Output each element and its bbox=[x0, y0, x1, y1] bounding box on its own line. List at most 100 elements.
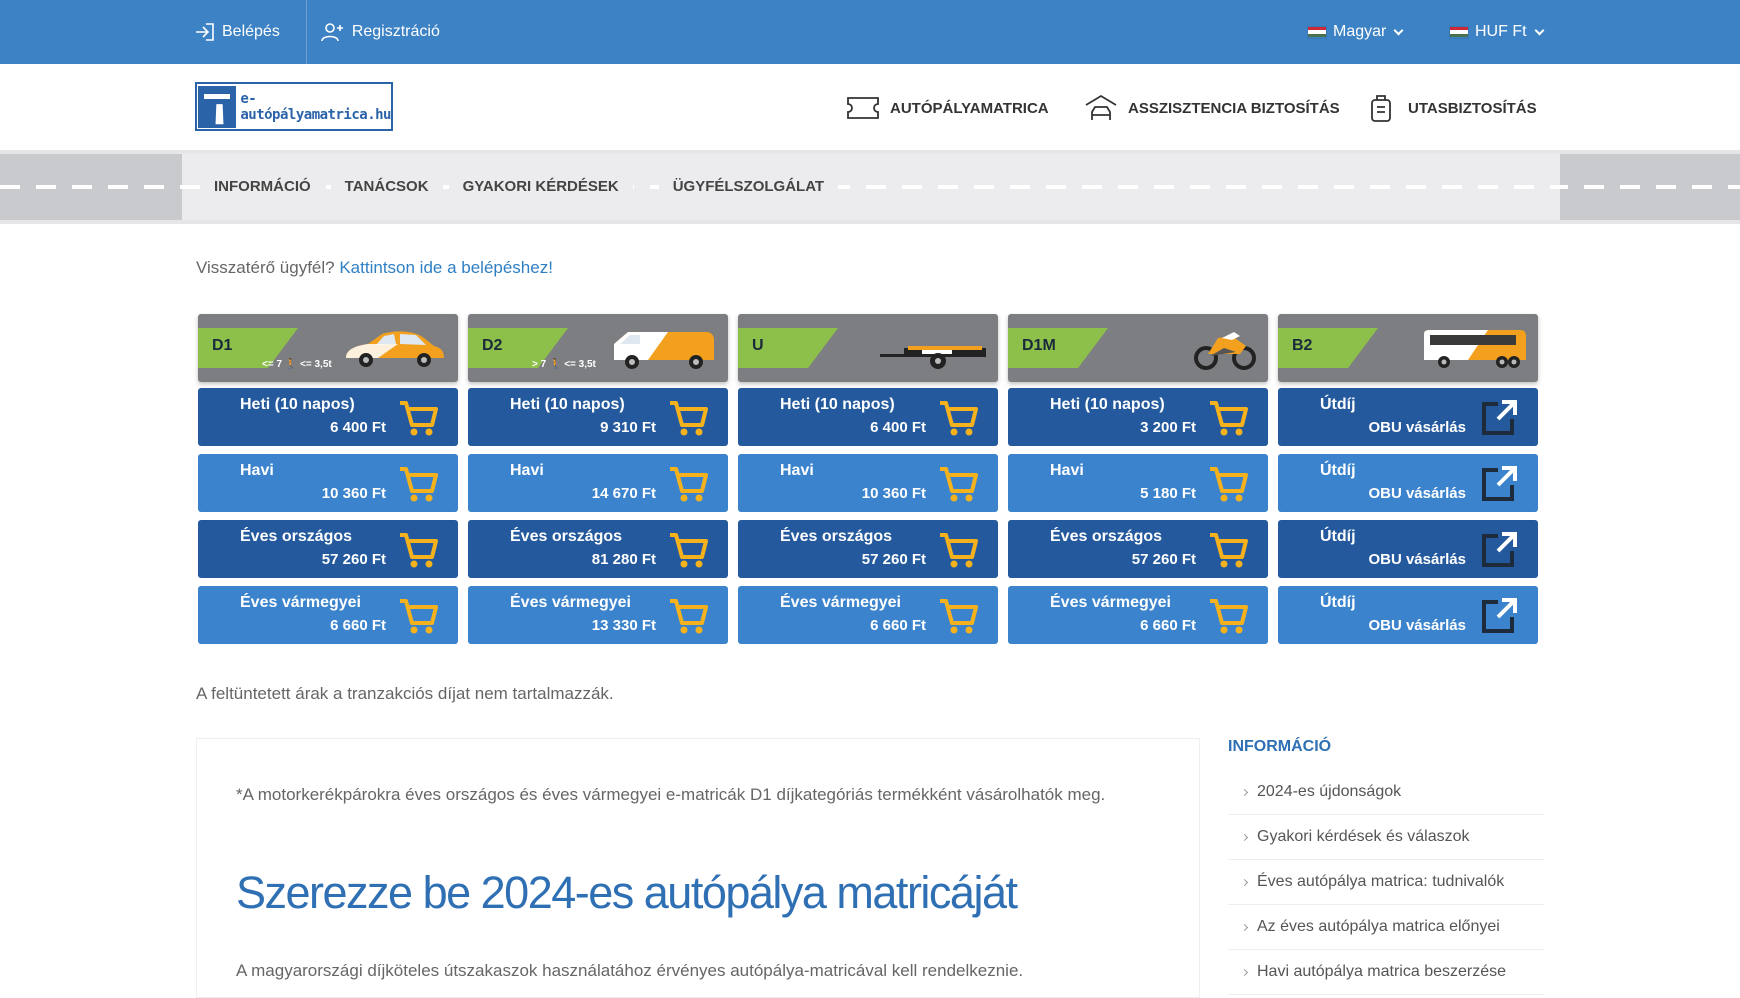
subnav-information[interactable]: INFORMÁCIÓ bbox=[200, 172, 325, 202]
page-title: Szerezze be 2024-es autópálya matricáját bbox=[236, 867, 1018, 918]
product-label: Éves országos bbox=[1050, 528, 1163, 545]
external-link-icon bbox=[1478, 399, 1518, 437]
add-user-icon bbox=[321, 23, 343, 42]
buy-vignette-button[interactable]: Éves vármegyei 6 660 Ft bbox=[198, 586, 458, 644]
currency-selector[interactable]: HUF Ft bbox=[1449, 0, 1544, 64]
category-header: D2 > 7 🚶 <= 3,5t bbox=[468, 314, 728, 382]
buy-vignette-button[interactable]: Éves országos 81 280 Ft bbox=[468, 520, 728, 578]
buy-vignette-button[interactable]: Havi 10 360 Ft bbox=[198, 454, 458, 512]
register-label: Regisztráció bbox=[351, 23, 440, 40]
product-price: 9 310 Ft bbox=[600, 419, 656, 436]
register-link[interactable]: Regisztráció bbox=[321, 0, 466, 64]
nav-vignette[interactable]: AUTÓPÁLYAMATRICA bbox=[846, 64, 1049, 152]
buy-vignette-button[interactable]: Havi 10 360 Ft bbox=[738, 454, 998, 512]
product-price: 6 400 Ft bbox=[330, 419, 386, 436]
category-note: <= 7 🚶 <= 3,5t bbox=[262, 359, 332, 370]
nav-assistance[interactable]: ASSZISZTENCIA BIZTOSÍTÁS bbox=[1084, 64, 1340, 152]
highway-logo-icon bbox=[198, 85, 237, 128]
buy-vignette-button[interactable]: Havi 14 670 Ft bbox=[468, 454, 728, 512]
product-price: 6 400 Ft bbox=[870, 419, 926, 436]
chevron-right-icon bbox=[1240, 878, 1249, 886]
category-column-d2: D2 > 7 🚶 <= 3,5t Heti (10 napos) 9 310 Ft Ha… bbox=[468, 314, 728, 644]
sidebar-item-faq[interactable]: Gyakori kérdések és válaszok bbox=[1228, 815, 1544, 860]
nav-assistance-label: ASSZISZTENCIA BIZTOSÍTÁS bbox=[1128, 99, 1340, 117]
category-code: U bbox=[752, 337, 764, 354]
product-price: 6 660 Ft bbox=[330, 617, 386, 634]
product-label: Éves országos bbox=[780, 528, 893, 545]
sidebar-item-monthly[interactable]: Havi autópálya matrica beszerzése bbox=[1228, 950, 1544, 995]
category-column-b2: B2 Útdíj OBU vásárlás Útdíj OBU vásárlás Útdí… bbox=[1278, 314, 1538, 644]
product-label: Havi bbox=[510, 462, 544, 479]
buy-vignette-button[interactable]: Éves országos 57 260 Ft bbox=[1008, 520, 1268, 578]
sidebar-item-annual-benefits[interactable]: Az éves autópálya matrica előnyei bbox=[1228, 905, 1544, 950]
product-price: 6 660 Ft bbox=[870, 617, 926, 634]
road-navigation: INFORMÁCIÓ TANÁCSOK GYAKORI KÉRDÉSEK ÜGY… bbox=[0, 150, 1740, 224]
external-link-icon bbox=[1478, 465, 1518, 503]
buy-obu-button[interactable]: Útdíj OBU vásárlás bbox=[1278, 520, 1538, 578]
product-price: 6 660 Ft bbox=[1140, 617, 1196, 634]
garage-car-icon bbox=[1084, 94, 1118, 122]
vignette-product-grid: D1 <= 7 🚶 <= 3,5t Heti (10 napos) 6 400 Ft H… bbox=[198, 314, 1540, 646]
sidebar-item-news[interactable]: 2024-es újdonságok bbox=[1228, 770, 1544, 815]
van-icon bbox=[608, 324, 718, 372]
login-label: Belépés bbox=[222, 23, 280, 40]
chevron-down-icon bbox=[1534, 25, 1544, 35]
buy-vignette-button[interactable]: Heti (10 napos) 6 400 Ft bbox=[198, 388, 458, 446]
cart-icon bbox=[668, 399, 708, 437]
returning-customer: Visszatérő ügyfél? Kattintson ide a belé… bbox=[196, 258, 553, 278]
product-price: 57 260 Ft bbox=[1131, 551, 1196, 568]
product-label: Útdíj bbox=[1320, 594, 1356, 611]
site-logo[interactable]: e-autópályamatrica.hu bbox=[195, 82, 393, 131]
chevron-right-icon bbox=[1240, 923, 1249, 931]
buy-vignette-button[interactable]: Heti (10 napos) 6 400 Ft bbox=[738, 388, 998, 446]
buy-vignette-button[interactable]: Éves országos 57 260 Ft bbox=[738, 520, 998, 578]
category-code: D1 bbox=[212, 337, 233, 354]
buy-vignette-button[interactable]: Heti (10 napos) 3 200 Ft bbox=[1008, 388, 1268, 446]
sidebar-item-annual-info[interactable]: Éves autópálya matrica: tudnivalók bbox=[1228, 860, 1544, 905]
login-prompt-link[interactable]: Kattintson ide a belépéshez! bbox=[339, 258, 553, 277]
returning-text: Visszatérő ügyfél? bbox=[196, 258, 335, 277]
cart-icon bbox=[1208, 597, 1248, 635]
subnav-customer-service[interactable]: ÜGYFÉLSZOLGÁLAT bbox=[658, 172, 839, 202]
product-label: Útdíj bbox=[1320, 528, 1356, 545]
product-label: Heti (10 napos) bbox=[780, 396, 895, 413]
nav-travel-insurance[interactable]: UTASBIZTOSÍTÁS bbox=[1364, 64, 1537, 152]
chevron-right-icon bbox=[1240, 833, 1249, 841]
product-price: 57 260 Ft bbox=[321, 551, 386, 568]
buy-obu-button[interactable]: Útdíj OBU vásárlás bbox=[1278, 586, 1538, 644]
cart-icon bbox=[938, 531, 978, 569]
cart-icon bbox=[1208, 465, 1248, 503]
buy-vignette-button[interactable]: Éves vármegyei 6 660 Ft bbox=[738, 586, 998, 644]
cart-icon bbox=[1208, 531, 1248, 569]
external-link-icon bbox=[1478, 597, 1518, 635]
cart-icon bbox=[668, 465, 708, 503]
product-price: 5 180 Ft bbox=[1140, 485, 1196, 502]
buy-obu-button[interactable]: Útdíj OBU vásárlás bbox=[1278, 388, 1538, 446]
cart-icon bbox=[1208, 399, 1248, 437]
motorcycle-note: *A motorkerékpárokra éves országos és év… bbox=[236, 785, 1106, 804]
language-selector[interactable]: Magyar bbox=[1307, 0, 1404, 64]
logo-text: e-autópályamatrica.hu bbox=[240, 90, 391, 123]
category-note: > 7 🚶 <= 3,5t bbox=[532, 359, 596, 370]
product-label: Éves országos bbox=[510, 528, 623, 545]
buy-obu-button[interactable]: Útdíj OBU vásárlás bbox=[1278, 454, 1538, 512]
product-label: Havi bbox=[1050, 462, 1084, 479]
buy-vignette-button[interactable]: Havi 5 180 Ft bbox=[1008, 454, 1268, 512]
category-column-u: U Heti (10 napos) 6 400 Ft Havi 10 360 Ft Éve… bbox=[738, 314, 998, 644]
buy-vignette-button[interactable]: Éves vármegyei 13 330 Ft bbox=[468, 586, 728, 644]
divider bbox=[305, 0, 307, 64]
buy-vignette-button[interactable]: Heti (10 napos) 9 310 Ft bbox=[468, 388, 728, 446]
buy-vignette-button[interactable]: Éves vármegyei 6 660 Ft bbox=[1008, 586, 1268, 644]
product-label: Éves vármegyei bbox=[780, 594, 901, 611]
product-price: 3 200 Ft bbox=[1140, 419, 1196, 436]
cart-icon bbox=[398, 531, 438, 569]
hungary-flag-icon bbox=[1449, 25, 1469, 39]
login-link[interactable]: Belépés bbox=[195, 0, 306, 64]
category-header: U bbox=[738, 314, 998, 382]
chevron-down-icon bbox=[1393, 25, 1404, 35]
subnav-tips[interactable]: TANÁCSOK bbox=[330, 172, 443, 202]
buy-vignette-button[interactable]: Éves országos 57 260 Ft bbox=[198, 520, 458, 578]
bus-icon bbox=[1418, 324, 1528, 372]
subnav-faq[interactable]: GYAKORI KÉRDÉSEK bbox=[448, 172, 633, 202]
content-card: *A motorkerékpárokra éves országos és év… bbox=[196, 738, 1200, 998]
